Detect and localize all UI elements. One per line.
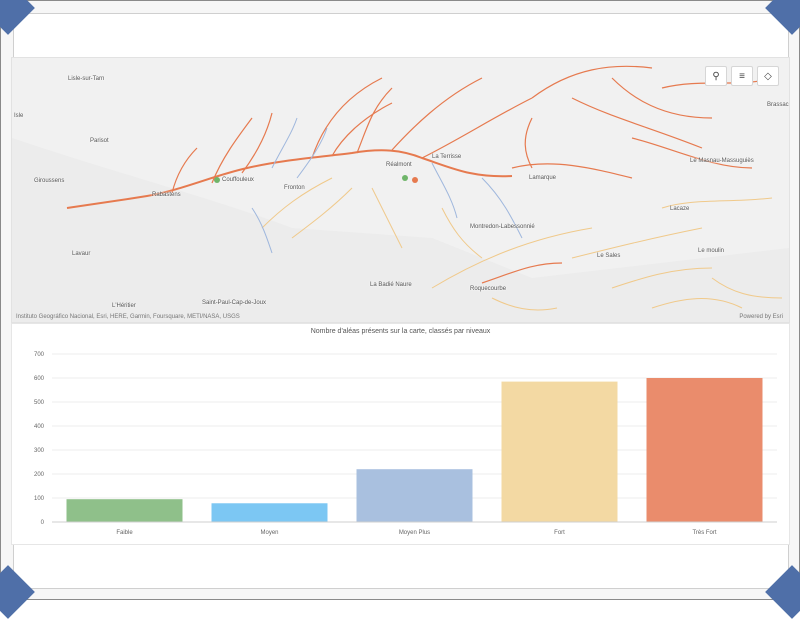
place-label: Fronton xyxy=(284,185,305,191)
place-label: Couffouleux xyxy=(222,177,254,183)
bar-moyen[interactable] xyxy=(211,503,328,522)
y-tick-label: 700 xyxy=(34,352,45,358)
place-label: Montredon-Labessonnié xyxy=(470,224,535,230)
place-label: Le moulin xyxy=(698,248,725,254)
map-attribution: Instituto Geográfico Nacional, Esri, HER… xyxy=(16,314,240,320)
place-label: Le Masnau-Massuguiès xyxy=(690,158,754,164)
x-tick-label: Moyen xyxy=(260,530,278,536)
y-tick-label: 0 xyxy=(41,520,45,526)
bar-très-fort[interactable] xyxy=(646,378,763,522)
list-icon[interactable]: ≡ xyxy=(731,66,753,86)
place-label: Giroussens xyxy=(34,178,65,184)
bar-moyen-plus[interactable] xyxy=(356,469,473,522)
map-view[interactable]: ⚲ ≡ ◇ Lisle-sur-Tarn Isle Parisot Girous… xyxy=(11,57,790,323)
map-toolbar: ⚲ ≡ ◇ xyxy=(705,66,779,86)
x-tick-label: Très Fort xyxy=(692,530,716,536)
layers-icon[interactable]: ◇ xyxy=(757,66,779,86)
y-tick-label: 600 xyxy=(34,376,45,382)
chart-panel: Nombre d'aléas présents sur la carte, cl… xyxy=(11,323,790,545)
place-label: Lavaur xyxy=(72,251,91,257)
y-tick-label: 300 xyxy=(34,448,45,454)
place-label: La Terrisse xyxy=(432,154,462,160)
poi-faible xyxy=(402,175,408,181)
place-label: Lisle-sur-Tarn xyxy=(68,76,105,82)
bar-chart: 0 100 200 300 400 500 600 700 Faible Moyen Moyen P… xyxy=(34,352,777,536)
x-tick-label: Fort xyxy=(554,530,565,536)
place-label: Saint-Paul-Cap-de-Joux xyxy=(202,300,267,306)
screenshot-frame: ⚲ ≡ ◇ Lisle-sur-Tarn Isle Parisot Girous… xyxy=(0,0,800,619)
place-label: Réalmont xyxy=(386,162,412,168)
x-tick-label: Moyen Plus xyxy=(399,530,430,536)
place-label: Parisot xyxy=(90,138,109,144)
y-tick-label: 200 xyxy=(34,472,45,478)
place-label: Le Sales xyxy=(597,253,621,259)
place-label: Brassac xyxy=(767,102,789,108)
place-label: Lacaze xyxy=(670,206,690,212)
x-tick-label: Faible xyxy=(116,530,133,536)
place-label: Lamarque xyxy=(529,175,557,181)
place-label: Isle xyxy=(14,113,24,119)
bar-fort[interactable] xyxy=(501,381,618,522)
place-label: Rabastens xyxy=(152,192,181,198)
y-tick-label: 400 xyxy=(34,424,45,430)
powered-by[interactable]: Powered by Esri xyxy=(739,314,783,320)
y-tick-label: 500 xyxy=(34,400,45,406)
place-label: L'Héritier xyxy=(112,303,136,309)
search-icon[interactable]: ⚲ xyxy=(705,66,727,86)
bar-faible[interactable] xyxy=(66,499,183,522)
place-label: La Badié Naure xyxy=(370,282,412,288)
y-tick-label: 100 xyxy=(34,496,45,502)
poi-faible xyxy=(214,177,220,183)
place-label: Roquecourbe xyxy=(470,286,507,292)
poi-tres-fort xyxy=(412,177,418,183)
